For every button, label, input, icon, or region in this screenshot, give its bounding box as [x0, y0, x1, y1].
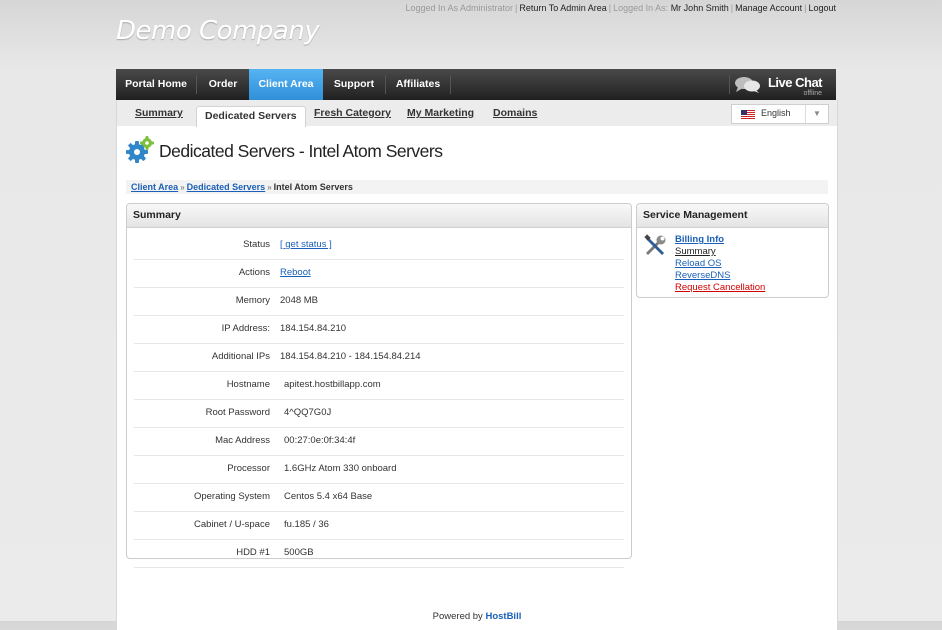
summary-row-additional-ips: Additional IPs 184.154.84.210 - 184.154.… [134, 344, 624, 372]
service-management-box: Service Management Billing Info Summary … [636, 203, 829, 298]
powered-by-text: Powered by [432, 611, 483, 622]
row-value: apitest.hostbillapp.com [284, 379, 381, 390]
row-value: 184.154.84.210 [280, 323, 347, 334]
row-value: 184.154.84.210 - 184.154.84.214 [280, 351, 421, 362]
get-status-link[interactable]: [ get status ] [280, 239, 332, 250]
breadcrumb-dedicated-servers[interactable]: Dedicated Servers [187, 182, 266, 192]
content-panel: Summary Dedicated Servers Fresh Category… [116, 100, 838, 630]
live-chat-label: Live Chat [767, 75, 823, 90]
breadcrumb-separator: » [180, 183, 185, 192]
service-management-title: Service Management [637, 204, 828, 228]
language-label: English [761, 108, 791, 118]
row-value: 2048 MB [280, 295, 319, 306]
logout-link[interactable]: Logout [808, 3, 836, 13]
summary-row-actions: Actions Reboot [134, 260, 624, 288]
tools-icon [644, 234, 666, 255]
row-value: Centos 5.4 x64 Base [284, 491, 373, 502]
page-title: Dedicated Servers - Intel Atom Servers [159, 141, 443, 161]
gears-icon [126, 136, 154, 163]
subtab-domains[interactable]: Domains [493, 107, 537, 119]
nav-order[interactable]: Order [197, 69, 249, 100]
summary-row-status: Status [ get status ] [134, 232, 624, 260]
main-nav: Portal Home Order Client Area Support Af… [116, 69, 836, 100]
nav-portal-home[interactable]: Portal Home [116, 69, 196, 100]
nav-client-area[interactable]: Client Area [249, 69, 323, 100]
summary-row-operating-system: Operating System Centos 5.4 x64 Base [134, 484, 624, 512]
summary-row-ip-address: IP Address: 184.154.84.210 [134, 316, 624, 344]
summary-row-hdd: HDD #1 500GB [134, 540, 624, 568]
sub-tabs: Summary Dedicated Servers Fresh Category… [117, 100, 837, 127]
language-select[interactable]: English ▼ [731, 104, 829, 124]
summary-row-mac-address: Mac Address 00:27:0e:0f:34:4f [134, 428, 624, 456]
service-summary-link[interactable]: Summary [675, 246, 765, 258]
live-chat-button[interactable]: Live Chat offline [735, 74, 823, 97]
row-value: 00:27:0e:0f:34:4f [284, 435, 356, 446]
nav-affiliates[interactable]: Affiliates [386, 69, 450, 100]
subtab-my-marketing[interactable]: My Marketing [407, 107, 474, 119]
reverse-dns-link[interactable]: ReverseDNS [675, 270, 765, 282]
row-label: Actions [238, 267, 270, 278]
summary-title: Summary [127, 204, 631, 228]
us-flag-icon [741, 110, 755, 119]
service-links: Billing Info Summary Reload OS ReverseDN… [675, 234, 765, 294]
summary-row-root-password: Root Password 4^QQ7G0J [134, 400, 624, 428]
row-label: Status [243, 239, 270, 250]
row-label: Memory [235, 295, 270, 306]
footer-powered-by: Powered by HostBill [117, 611, 837, 622]
subtab-summary[interactable]: Summary [135, 107, 183, 119]
row-label: Root Password [205, 407, 270, 418]
hostbill-link[interactable]: HostBill [485, 611, 521, 622]
breadcrumb: Client Area» Dedicated Servers» Intel Atom… [126, 180, 828, 194]
summary-row-memory: Memory 2048 MB [134, 288, 624, 316]
nav-divider [729, 75, 730, 94]
row-label: IP Address: [221, 323, 270, 334]
row-label: Mac Address [215, 435, 270, 446]
row-label: Hostname [226, 379, 270, 390]
request-cancellation-link[interactable]: Request Cancellation [675, 282, 765, 294]
summary-rows: Status [ get status ] Actions Reboot Mem… [134, 232, 624, 568]
breadcrumb-current: Intel Atom Servers [273, 182, 353, 192]
manage-account-link[interactable]: Manage Account [735, 3, 802, 13]
billing-info-link[interactable]: Billing Info [675, 234, 765, 246]
chat-bubble-icon [735, 77, 760, 93]
subtab-fresh-category[interactable]: Fresh Category [314, 107, 391, 119]
logged-in-as-text: Logged In As: [613, 3, 669, 13]
row-value: 500GB [284, 547, 314, 558]
row-value: fu.185 / 36 [284, 519, 329, 530]
user-name-link[interactable]: Mr John Smith [671, 3, 729, 13]
row-value: 1.6GHz Atom 330 onboard [284, 463, 397, 474]
nav-divider [450, 75, 451, 94]
row-label: Additional IPs [211, 351, 270, 362]
breadcrumb-separator: » [267, 183, 272, 192]
live-chat-status: offline [803, 90, 822, 97]
row-label: Cabinet / U-space [193, 519, 270, 530]
logged-in-admin-text: Logged In As Administrator [405, 3, 514, 13]
subtab-dedicated-servers[interactable]: Dedicated Servers [196, 106, 306, 127]
summary-box: Summary Status [ get status ] Actions Re… [126, 203, 632, 568]
row-label: Operating System [193, 491, 270, 502]
row-label: HDD #1 [236, 547, 270, 558]
return-admin-link[interactable]: Return To Admin Area [519, 3, 606, 13]
chevron-down-icon[interactable]: ▼ [805, 105, 828, 123]
breadcrumb-client-area[interactable]: Client Area [131, 182, 178, 192]
reboot-link[interactable]: Reboot [280, 267, 311, 278]
top-user-bar: Logged In As Administrator | Return To Adm… [405, 3, 836, 13]
summary-row-hostname: Hostname apitest.hostbillapp.com [134, 372, 624, 400]
row-label: Processor [227, 463, 270, 474]
nav-support[interactable]: Support [323, 69, 385, 100]
summary-row-cabinet: Cabinet / U-space fu.185 / 36 [134, 512, 624, 540]
summary-row-processor: Processor 1.6GHz Atom 330 onboard [134, 456, 624, 484]
row-value: 4^QQ7G0J [284, 407, 332, 418]
company-logo[interactable]: Demo Company [116, 16, 320, 46]
reload-os-link[interactable]: Reload OS [675, 258, 765, 270]
